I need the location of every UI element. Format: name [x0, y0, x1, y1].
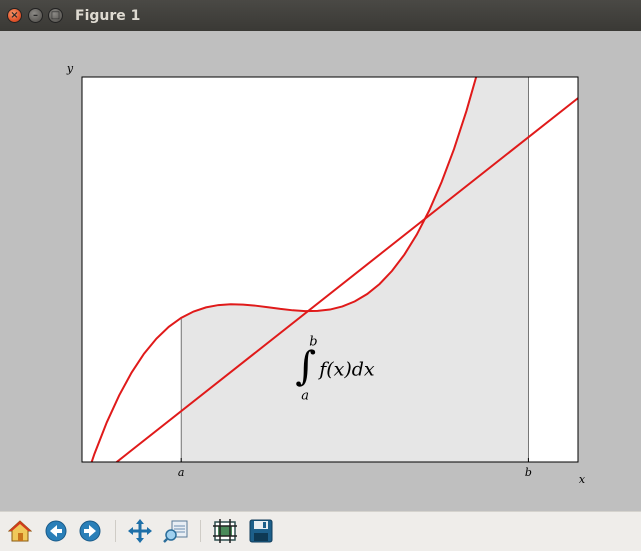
forward-arrow-icon: [79, 520, 101, 542]
zoom-rectangle-icon: [163, 520, 188, 543]
integral-upper-limit: b: [309, 335, 317, 350]
configure-subplots-button[interactable]: [211, 517, 239, 545]
back-arrow-icon: [45, 520, 67, 542]
close-window-button[interactable]: ×: [7, 8, 22, 23]
minimize-icon: –: [33, 9, 38, 21]
maximize-window-button[interactable]: □: [48, 8, 63, 23]
toolbar-separator: [115, 520, 116, 542]
integral-lower-limit: a: [301, 389, 309, 404]
home-button[interactable]: [6, 517, 34, 545]
close-icon: ×: [10, 9, 19, 21]
y-axis-label: y: [66, 62, 74, 75]
home-icon: [8, 520, 32, 542]
minimize-window-button[interactable]: –: [28, 8, 43, 23]
figure-canvas[interactable]: a b x y ∫ b a f(x)dx: [0, 31, 641, 511]
window-titlebar: × – □ Figure 1: [0, 0, 641, 32]
toolbar-separator: [200, 520, 201, 542]
x-axis-label: x: [579, 473, 586, 486]
save-button[interactable]: [247, 517, 275, 545]
chart-svg: a b x y ∫ b a f(x)dx: [0, 31, 641, 511]
zoom-rectangle-button[interactable]: [162, 517, 190, 545]
save-floppy-icon: [249, 519, 273, 543]
integral-sign: ∫: [295, 344, 316, 390]
x-tick-label-1: b: [525, 466, 532, 479]
window-title: Figure 1: [75, 8, 141, 24]
pan-button[interactable]: [126, 517, 154, 545]
x-tick-label-0: a: [178, 466, 185, 479]
configure-subplots-icon: [213, 519, 237, 543]
integral-integrand: f(x)dx: [317, 359, 375, 381]
maximize-icon: □: [50, 9, 61, 21]
back-button[interactable]: [42, 517, 70, 545]
forward-button[interactable]: [76, 517, 104, 545]
navigation-toolbar: [0, 511, 641, 551]
pan-move-icon: [128, 519, 152, 543]
